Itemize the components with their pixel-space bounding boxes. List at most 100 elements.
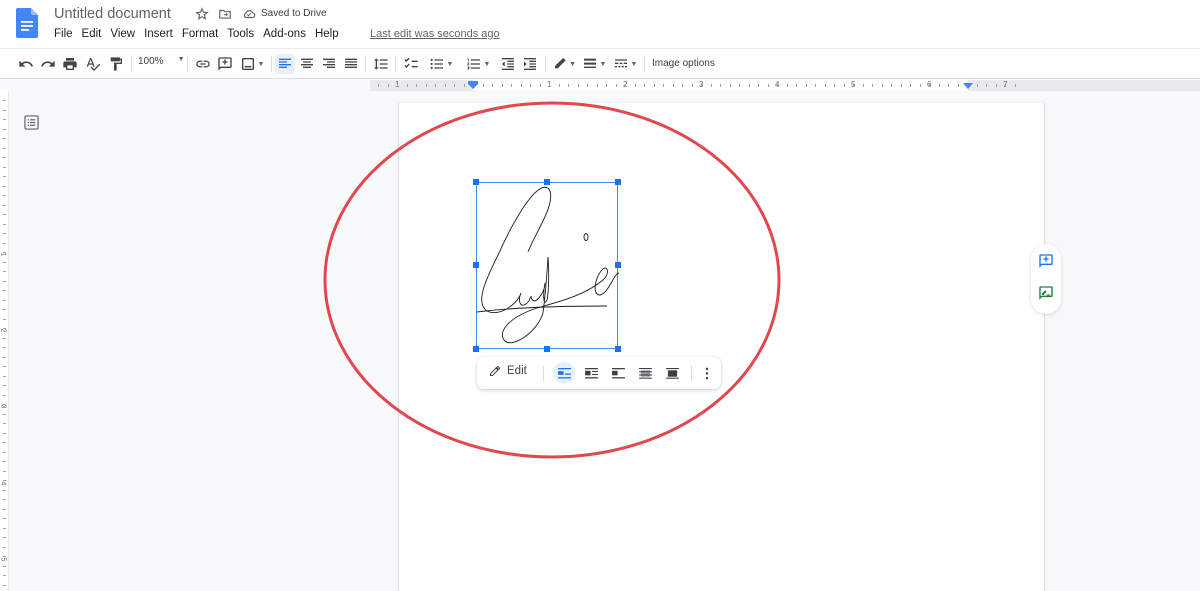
menu-file[interactable]: File: [54, 28, 73, 40]
break-text-button[interactable]: [607, 362, 629, 384]
align-center-button[interactable]: [298, 55, 316, 73]
docs-logo-icon[interactable]: [16, 8, 38, 38]
redo-button[interactable]: [39, 55, 57, 73]
last-edit-link[interactable]: Last edit was seconds ago: [370, 28, 500, 40]
decrease-indent-icon: [502, 58, 514, 70]
increase-indent-button[interactable]: [521, 55, 539, 73]
ruler-tick: [540, 84, 541, 87]
document-outline-icon[interactable]: [24, 115, 39, 130]
resize-handle-top-left[interactable]: [473, 179, 479, 185]
ruler-tick: [986, 84, 987, 87]
ruler-tick: [483, 84, 484, 87]
spellcheck-button[interactable]: [84, 55, 102, 73]
star-icon[interactable]: [195, 7, 209, 21]
ruler-tick: [720, 84, 721, 87]
print-icon: [63, 58, 77, 70]
vertical-ruler-tick: [3, 252, 6, 253]
ruler-tick: [397, 84, 398, 87]
behind-text-button[interactable]: [634, 362, 656, 384]
print-button[interactable]: [61, 55, 79, 73]
move-folder-icon[interactable]: [218, 7, 232, 21]
paint-format-button[interactable]: [107, 55, 125, 73]
line-spacing-button[interactable]: [372, 55, 390, 73]
border-color-button[interactable]: ▼: [552, 55, 576, 73]
vertical-ruler-tick: [3, 262, 6, 263]
left-indent-marker-icon[interactable]: [468, 81, 478, 90]
image-options-button[interactable]: Image options: [652, 58, 715, 69]
checklist-button[interactable]: [402, 55, 420, 73]
ruler-tick: [464, 84, 465, 87]
resize-handle-right[interactable]: [615, 262, 621, 268]
ruler-tick: [939, 84, 940, 87]
cloud-saved-icon[interactable]: [242, 7, 256, 21]
numbered-list-button[interactable]: ▼: [463, 55, 493, 73]
vertical-ruler-tick: [3, 338, 6, 339]
vertical-ruler-tick: [3, 157, 6, 158]
align-right-icon: [323, 58, 335, 68]
document-title[interactable]: Untitled document: [54, 6, 171, 22]
insert-image-icon: [241, 58, 254, 70]
wrap-text-button[interactable]: [580, 362, 602, 384]
border-weight-button[interactable]: ▼: [581, 55, 607, 73]
resize-handle-bottom-left[interactable]: [473, 346, 479, 352]
vertical-ruler-tick: [3, 214, 6, 215]
align-left-icon: [279, 58, 291, 68]
signature-image[interactable]: [473, 179, 621, 352]
chevron-down-icon: ▼: [569, 60, 576, 68]
border-weight-icon: [583, 58, 596, 68]
vertical-ruler-tick: [3, 480, 6, 481]
ruler-tick: [711, 84, 712, 87]
align-right-button[interactable]: [320, 55, 338, 73]
ruler-tick: [910, 84, 911, 87]
decrease-indent-button[interactable]: [499, 55, 517, 73]
ruler-tick: [378, 84, 379, 87]
vertical-ruler-tick: [3, 528, 6, 529]
vertical-ruler-tick: [3, 233, 6, 234]
ruler-tick: [844, 84, 845, 87]
suggest-edits-icon[interactable]: [1038, 285, 1054, 301]
align-left-button[interactable]: [275, 54, 295, 74]
edit-image-button[interactable]: Edit: [489, 365, 527, 377]
add-comment-icon[interactable]: [1038, 253, 1054, 269]
menu-add-ons[interactable]: Add-ons: [263, 28, 306, 40]
vertical-ruler-tick: [3, 537, 6, 538]
insert-image-button[interactable]: ▼: [238, 55, 266, 73]
vertical-ruler-tick: [3, 205, 6, 206]
vertical-ruler[interactable]: [0, 91, 9, 591]
vertical-ruler-label: 4: [0, 481, 7, 486]
resize-handle-top[interactable]: [544, 179, 550, 185]
add-comment-button[interactable]: [216, 55, 234, 73]
wrap-inline-button[interactable]: [553, 362, 575, 384]
menu-view[interactable]: View: [110, 28, 135, 40]
resize-handle-left[interactable]: [473, 262, 479, 268]
zoom-select[interactable]: 100% ▼: [138, 56, 185, 67]
ruler-tick: [777, 84, 778, 87]
border-dash-button[interactable]: ▼: [612, 55, 638, 73]
in-front-of-text-button[interactable]: [661, 362, 683, 384]
ruler-tick: [825, 84, 826, 87]
edit-label: Edit: [507, 365, 527, 377]
undo-button[interactable]: [17, 55, 35, 73]
resize-handle-bottom-right[interactable]: [615, 346, 621, 352]
border-color-icon: [555, 57, 566, 69]
right-indent-marker-icon[interactable]: [963, 83, 973, 90]
menu-format[interactable]: Format: [182, 28, 218, 40]
vertical-ruler-tick: [3, 490, 6, 491]
ruler-tick: [1015, 84, 1016, 87]
resize-handle-bottom[interactable]: [544, 346, 550, 352]
insert-link-button[interactable]: [194, 55, 212, 73]
wrap-text-icon: [584, 367, 598, 378]
resize-handle-top-right[interactable]: [615, 179, 621, 185]
ruler-tick: [853, 84, 854, 87]
ruler-tick: [502, 84, 503, 87]
menu-edit[interactable]: Edit: [82, 28, 102, 40]
toolbar-divider: [365, 56, 366, 72]
menu-help[interactable]: Help: [315, 28, 339, 40]
bulleted-list-button[interactable]: ▼: [426, 55, 456, 73]
menu-tools[interactable]: Tools: [227, 28, 254, 40]
more-options-button[interactable]: [696, 362, 718, 384]
vertical-ruler-tick: [3, 119, 6, 120]
ruler-tick: [692, 84, 693, 87]
justify-button[interactable]: [342, 55, 360, 73]
menu-insert[interactable]: Insert: [144, 28, 173, 40]
